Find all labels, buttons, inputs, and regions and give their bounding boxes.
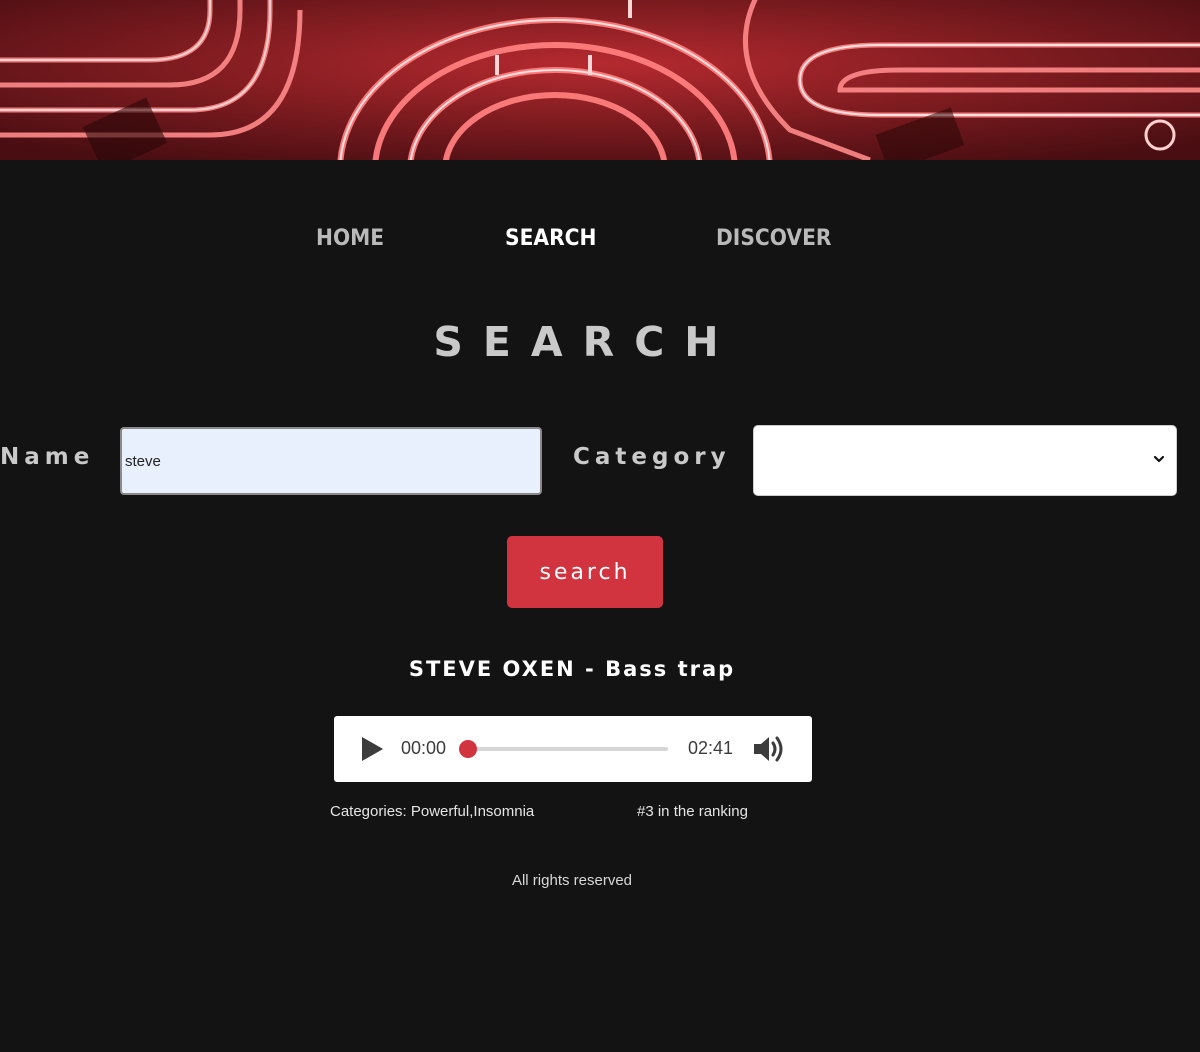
play-icon[interactable] [360,736,384,762]
audio-player: 00:00 02:41 [334,716,812,782]
name-label: Name [0,444,95,470]
total-time: 02:41 [688,738,734,758]
hero-banner [0,0,1200,160]
volume-icon[interactable] [752,734,786,764]
footer-text: All rights reserved [511,872,633,889]
nav-discover-link[interactable]: DISCOVER [716,226,832,251]
current-time: 00:00 [401,738,447,758]
progress-thumb[interactable] [459,740,477,758]
main-nav: HOME SEARCH DISCOVER [0,226,1200,256]
nav-search-link[interactable]: SEARCH [505,226,596,251]
category-select[interactable] [753,425,1177,496]
page-title: SEARCH [433,318,739,366]
track-title: STEVE OXEN - Bass trap [408,657,736,681]
category-label: Category [573,444,731,470]
neon-banner-image [0,0,1200,160]
track-categories: Categories: Powerful,Insomnia [330,803,535,820]
track-ranking: #3 in the ranking [637,803,748,820]
chevron-down-icon [1153,455,1165,463]
search-button[interactable]: search [507,536,663,608]
progress-bar[interactable] [459,740,668,758]
name-input[interactable] [120,427,542,495]
nav-home-link[interactable]: HOME [316,226,384,251]
